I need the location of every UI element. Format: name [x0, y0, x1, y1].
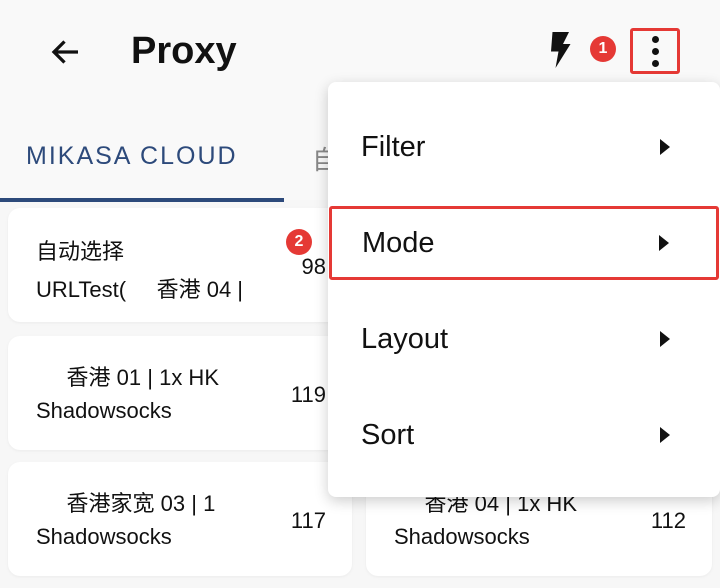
- submenu-arrow-icon: [659, 235, 669, 251]
- proxy-type: URLTest( 香港 04 |: [36, 277, 244, 302]
- menu-item-label: Mode: [362, 226, 435, 259]
- menu-item-label: Layout: [361, 322, 449, 355]
- proxy-card[interactable]: 自动选择 URLTest( 香港 04 | 98: [8, 208, 352, 322]
- menu-item-mode[interactable]: Mode: [329, 206, 719, 280]
- step-badge-2: 2: [286, 229, 312, 255]
- menu-item-label: Filter: [361, 130, 426, 163]
- page-title: Proxy: [131, 30, 237, 72]
- proxy-card[interactable]: 香港家宽 03 | 1 Shadowsocks 117: [8, 462, 352, 576]
- lightning-bolt-icon[interactable]: [548, 32, 572, 68]
- tab-mikasa-cloud[interactable]: MIKASA CLOUD: [26, 142, 238, 171]
- menu-item-sort[interactable]: Sort: [328, 398, 720, 472]
- proxy-name: 香港 01 | 1x HK: [36, 365, 219, 390]
- submenu-arrow-icon: [660, 331, 670, 347]
- proxy-latency: 98: [301, 254, 326, 279]
- proxy-type: Shadowsocks: [394, 524, 530, 549]
- more-options-button[interactable]: [630, 28, 680, 74]
- more-vertical-icon: [651, 35, 659, 43]
- submenu-arrow-icon: [660, 139, 670, 155]
- proxy-latency: 117: [290, 508, 326, 533]
- proxy-name: 自动选择: [36, 239, 125, 264]
- overflow-menu: Filter Mode Layout Sort: [328, 82, 720, 497]
- active-tab-indicator: [0, 198, 284, 202]
- step-badge-1: 1: [590, 36, 616, 62]
- proxy-type: Shadowsocks: [36, 524, 172, 549]
- arrow-left-icon[interactable]: [48, 34, 84, 70]
- proxy-name: 香港家宽 03 | 1: [36, 491, 216, 516]
- proxy-latency: 119: [290, 382, 326, 407]
- submenu-arrow-icon: [660, 427, 670, 443]
- menu-item-layout[interactable]: Layout: [328, 302, 720, 376]
- proxy-card[interactable]: 香港 01 | 1x HK Shadowsocks 119: [8, 336, 352, 450]
- menu-item-label: Sort: [361, 418, 415, 451]
- proxy-type: Shadowsocks: [36, 398, 172, 423]
- menu-item-filter[interactable]: Filter: [328, 110, 720, 184]
- proxy-latency: 112: [650, 508, 686, 533]
